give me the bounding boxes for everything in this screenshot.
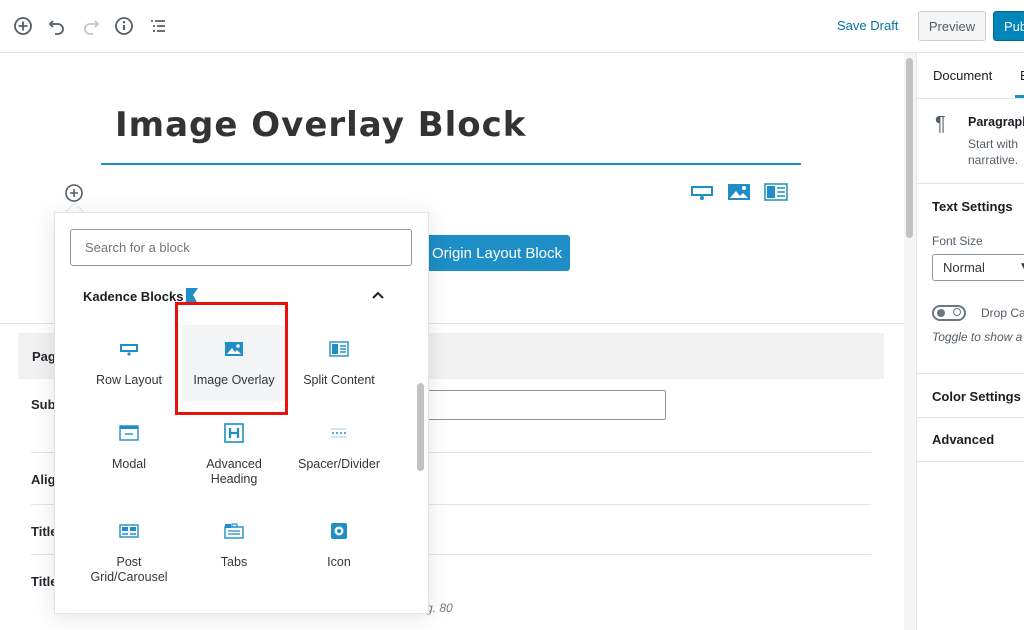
settings-sidebar: Document B ¶ Paragraph Start with narrat…	[916, 53, 1024, 630]
inline-inserter-icon[interactable]	[64, 183, 84, 203]
redo-icon[interactable]	[78, 13, 104, 39]
post-grid-icon	[119, 524, 139, 538]
block-tabs[interactable]: Tabs	[182, 507, 286, 583]
block-modal[interactable]: Modal	[77, 409, 181, 485]
paragraph-icon: ¶	[935, 113, 946, 135]
tabs-icon	[224, 523, 244, 539]
block-search-input[interactable]	[70, 229, 412, 266]
block-label: Split Content	[303, 373, 375, 387]
meta-row-label: Sub	[31, 397, 56, 412]
drop-cap-toggle[interactable]	[932, 305, 966, 321]
drop-cap-label: Drop Ca	[981, 306, 1024, 320]
add-block-icon[interactable]	[10, 13, 36, 39]
row-layout-quick-icon[interactable]	[690, 183, 714, 201]
block-name: Paragraph	[968, 115, 1024, 129]
divider	[917, 373, 1024, 374]
color-settings-heading[interactable]: Color Settings	[932, 389, 1021, 404]
highlight-box	[175, 302, 288, 415]
block-label: Advanced Heading	[206, 457, 262, 486]
font-size-value: Normal	[943, 260, 985, 275]
toggle-off-icon	[953, 308, 961, 316]
drop-cap-help: Toggle to show a	[932, 330, 1023, 344]
meta-row-label: Alig	[31, 472, 56, 487]
block-post-grid[interactable]: Post Grid/Carousel	[77, 507, 181, 584]
row-layout-icon	[120, 344, 138, 356]
block-description: narrative.	[968, 153, 1019, 167]
publish-button[interactable]: Pub	[993, 11, 1024, 41]
undo-icon[interactable]	[44, 13, 70, 39]
spacer-divider-icon	[331, 428, 347, 438]
divider	[917, 417, 1024, 418]
subtitle-textarea[interactable]	[424, 390, 666, 420]
advanced-heading[interactable]: Advanced	[932, 432, 994, 447]
block-label: Icon	[327, 555, 351, 569]
divider	[917, 183, 1024, 184]
editor-scroll-thumb[interactable]	[906, 58, 913, 238]
origin-layout-button[interactable]: Origin Layout Block	[424, 235, 570, 271]
font-size-label: Font Size	[932, 234, 983, 248]
tab-block[interactable]: B	[1020, 68, 1024, 83]
info-icon[interactable]	[111, 13, 137, 39]
split-content-icon	[329, 341, 349, 357]
chevron-up-icon[interactable]	[370, 288, 386, 304]
editor-toolbar: Save Draft Preview Pub	[0, 0, 1024, 53]
hint-text: g. 80	[426, 601, 453, 615]
block-description: Start with	[968, 137, 1019, 151]
block-label: Modal	[111, 457, 147, 471]
block-split-content[interactable]: Split Content	[287, 325, 391, 401]
block-icon[interactable]: Icon	[287, 507, 391, 583]
save-draft-button[interactable]: Save Draft	[837, 18, 898, 33]
block-label: Post Grid/Carousel	[90, 555, 168, 584]
kadence-blocks-panel-title[interactable]: Kadence Blocks	[83, 289, 183, 304]
advanced-heading-icon	[224, 423, 244, 443]
divider	[917, 98, 1024, 99]
split-content-quick-icon[interactable]	[764, 183, 788, 201]
inserter-scroll-thumb[interactable]	[417, 383, 424, 471]
block-label: Row Layout	[95, 373, 162, 387]
block-row-layout[interactable]: Row Layout	[77, 325, 181, 401]
toggle-knob	[937, 309, 945, 317]
icon-block-icon	[331, 523, 347, 539]
meta-box-title: Pag	[32, 349, 56, 364]
title-underline	[101, 163, 801, 165]
tab-document[interactable]: Document	[933, 68, 992, 83]
block-advanced-heading[interactable]: Advanced Heading	[182, 409, 286, 486]
divider	[917, 461, 1024, 462]
block-label: Spacer/Divider	[298, 457, 380, 471]
text-settings-heading[interactable]: Text Settings	[932, 199, 1013, 214]
image-overlay-quick-icon[interactable]	[727, 183, 751, 201]
post-title[interactable]: Image Overlay Block	[115, 105, 526, 145]
font-size-select[interactable]: Normal ▼	[932, 254, 1024, 281]
modal-icon	[119, 425, 139, 441]
chevron-down-icon: ▼	[1019, 261, 1024, 272]
outline-icon[interactable]	[145, 13, 171, 39]
preview-button[interactable]: Preview	[918, 11, 986, 41]
block-label: Tabs	[220, 555, 248, 569]
block-spacer-divider[interactable]: Spacer/Divider	[287, 409, 391, 485]
